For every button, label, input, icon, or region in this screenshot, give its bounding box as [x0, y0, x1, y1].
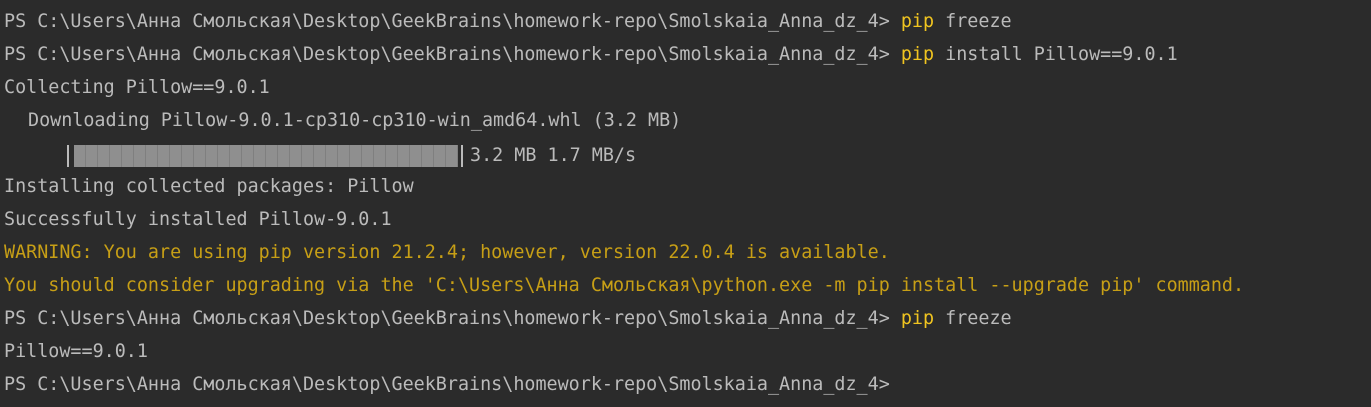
terminal-line-current[interactable]: PS C:\Users\Анна Смольская\Desktop\GeekB…: [0, 370, 1371, 403]
command-args: freeze: [945, 11, 1012, 32]
progress-bar-right-edge: [461, 144, 463, 167]
warning-line: You should consider upgrading via the 'C…: [4, 275, 1245, 296]
output-line: Pillow==9.0.1: [4, 341, 148, 362]
terminal-line: PS C:\Users\Анна Смольская\Desktop\GeekB…: [0, 40, 1371, 73]
command-name: pip: [900, 308, 935, 329]
progress-bar-left-edge: [67, 144, 69, 167]
prompt: PS C:\Users\Анна Смольская\Desktop\GeekB…: [4, 11, 890, 32]
progress-text: 3.2 MB 1.7 MB/s: [470, 145, 637, 166]
output-line: Successfully installed Pillow-9.0.1: [4, 209, 392, 230]
output-line: Installing collected packages: Pillow: [4, 176, 414, 197]
terminal-line: PS C:\Users\Анна Смольская\Desktop\GeekB…: [0, 7, 1371, 40]
prompt: PS C:\Users\Анна Смольская\Desktop\GeekB…: [4, 308, 890, 329]
output-line: Downloading Pillow-9.0.1-cp310-cp310-win…: [28, 110, 682, 131]
progress-bar-fill: [74, 144, 458, 167]
output-line: Collecting Pillow==9.0.1: [4, 77, 270, 98]
command-args: install Pillow==9.0.1: [945, 44, 1178, 65]
command-args: freeze: [945, 308, 1012, 329]
progress-bar: [64, 144, 470, 168]
prompt: PS C:\Users\Анна Смольская\Desktop\GeekB…: [4, 374, 890, 395]
progress-bar-track: [74, 144, 458, 167]
prompt: PS C:\Users\Анна Смольская\Desktop\GeekB…: [4, 44, 890, 65]
download-progress: 3.2 MB 1.7 MB/s: [0, 139, 1371, 172]
command-name: pip: [900, 11, 935, 32]
warning-line: WARNING: You are using pip version 21.2.…: [4, 242, 890, 263]
terminal-output[interactable]: PS C:\Users\Анна Смольская\Desktop\GeekB…: [0, 0, 1371, 407]
terminal-line: PS C:\Users\Анна Смольская\Desktop\GeekB…: [0, 304, 1371, 337]
command-name: pip: [900, 44, 935, 65]
